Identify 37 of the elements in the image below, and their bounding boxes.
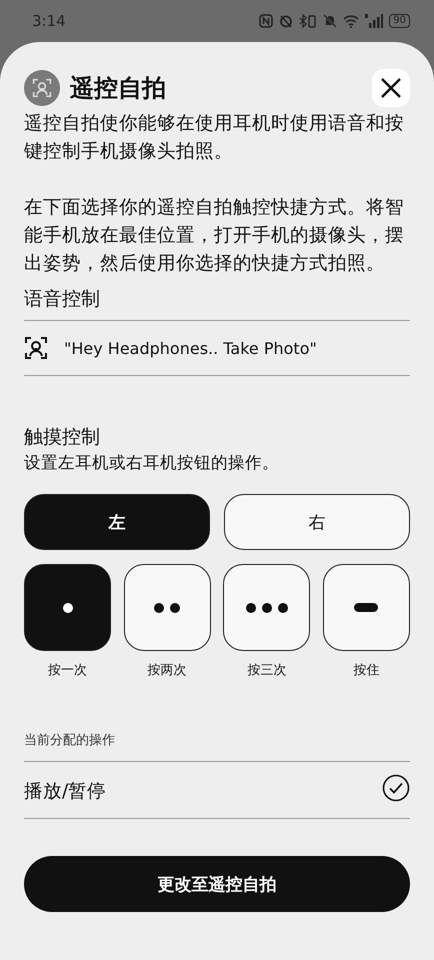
gesture-label: 按住 xyxy=(353,662,380,679)
dash-icon xyxy=(354,603,378,612)
wifi-icon xyxy=(343,14,360,28)
section-heading: 语音控制 xyxy=(24,287,101,312)
gesture-option[interactable] xyxy=(124,564,211,651)
sheet-title: 遥控自拍 xyxy=(70,73,167,104)
check-circle-icon[interactable] xyxy=(382,774,410,802)
gesture-option[interactable] xyxy=(322,564,410,651)
change-button[interactable]: 更改至遥控自拍 xyxy=(24,856,410,912)
gesture-label: 按三次 xyxy=(247,662,286,679)
description-text: 在下面选择你的遥控自拍触控快捷方式。将智能手机放在最佳位置，打开手机的摄像头，摆出姿势，然后使用你选择的快捷方式拍照。 xyxy=(24,196,405,276)
action-label: 播放/暂停 xyxy=(24,780,106,802)
section-subtitle: 设置左耳机或右耳机按钮的操作。 xyxy=(24,452,280,474)
face-scan-icon xyxy=(32,78,52,98)
three-dots-icon xyxy=(246,602,288,612)
side-tab[interactable]: 右 xyxy=(224,494,410,550)
signal-icon xyxy=(365,14,384,28)
status-time: 3:14 xyxy=(32,12,66,30)
gesture-option[interactable] xyxy=(223,564,310,651)
bluetooth-battery-icon xyxy=(299,14,318,28)
gesture-label: 按一次 xyxy=(48,662,87,679)
mute-icon xyxy=(323,14,338,28)
face-scan-icon xyxy=(24,336,48,360)
close-button[interactable] xyxy=(372,69,410,107)
nfc-icon xyxy=(259,14,274,28)
battery-indicator: 90 xyxy=(389,14,410,28)
side-tab[interactable]: 左 xyxy=(24,494,210,550)
gesture-option[interactable] xyxy=(24,564,111,651)
description-text: 遥控自拍使你能够在使用耳机时使用语音和按键控制手机摄像头拍照。 xyxy=(24,112,405,164)
single-dot-icon xyxy=(62,602,72,612)
gesture-label: 按两次 xyxy=(148,662,187,679)
two-dots-icon xyxy=(154,602,180,612)
close-icon xyxy=(380,77,402,99)
voice-command: "Hey Headphones.. Take Photo" xyxy=(64,338,317,358)
section-label: 当前分配的操作 xyxy=(24,732,116,749)
section-heading: 触摸控制 xyxy=(24,425,101,450)
alarm-off-icon xyxy=(279,14,294,28)
